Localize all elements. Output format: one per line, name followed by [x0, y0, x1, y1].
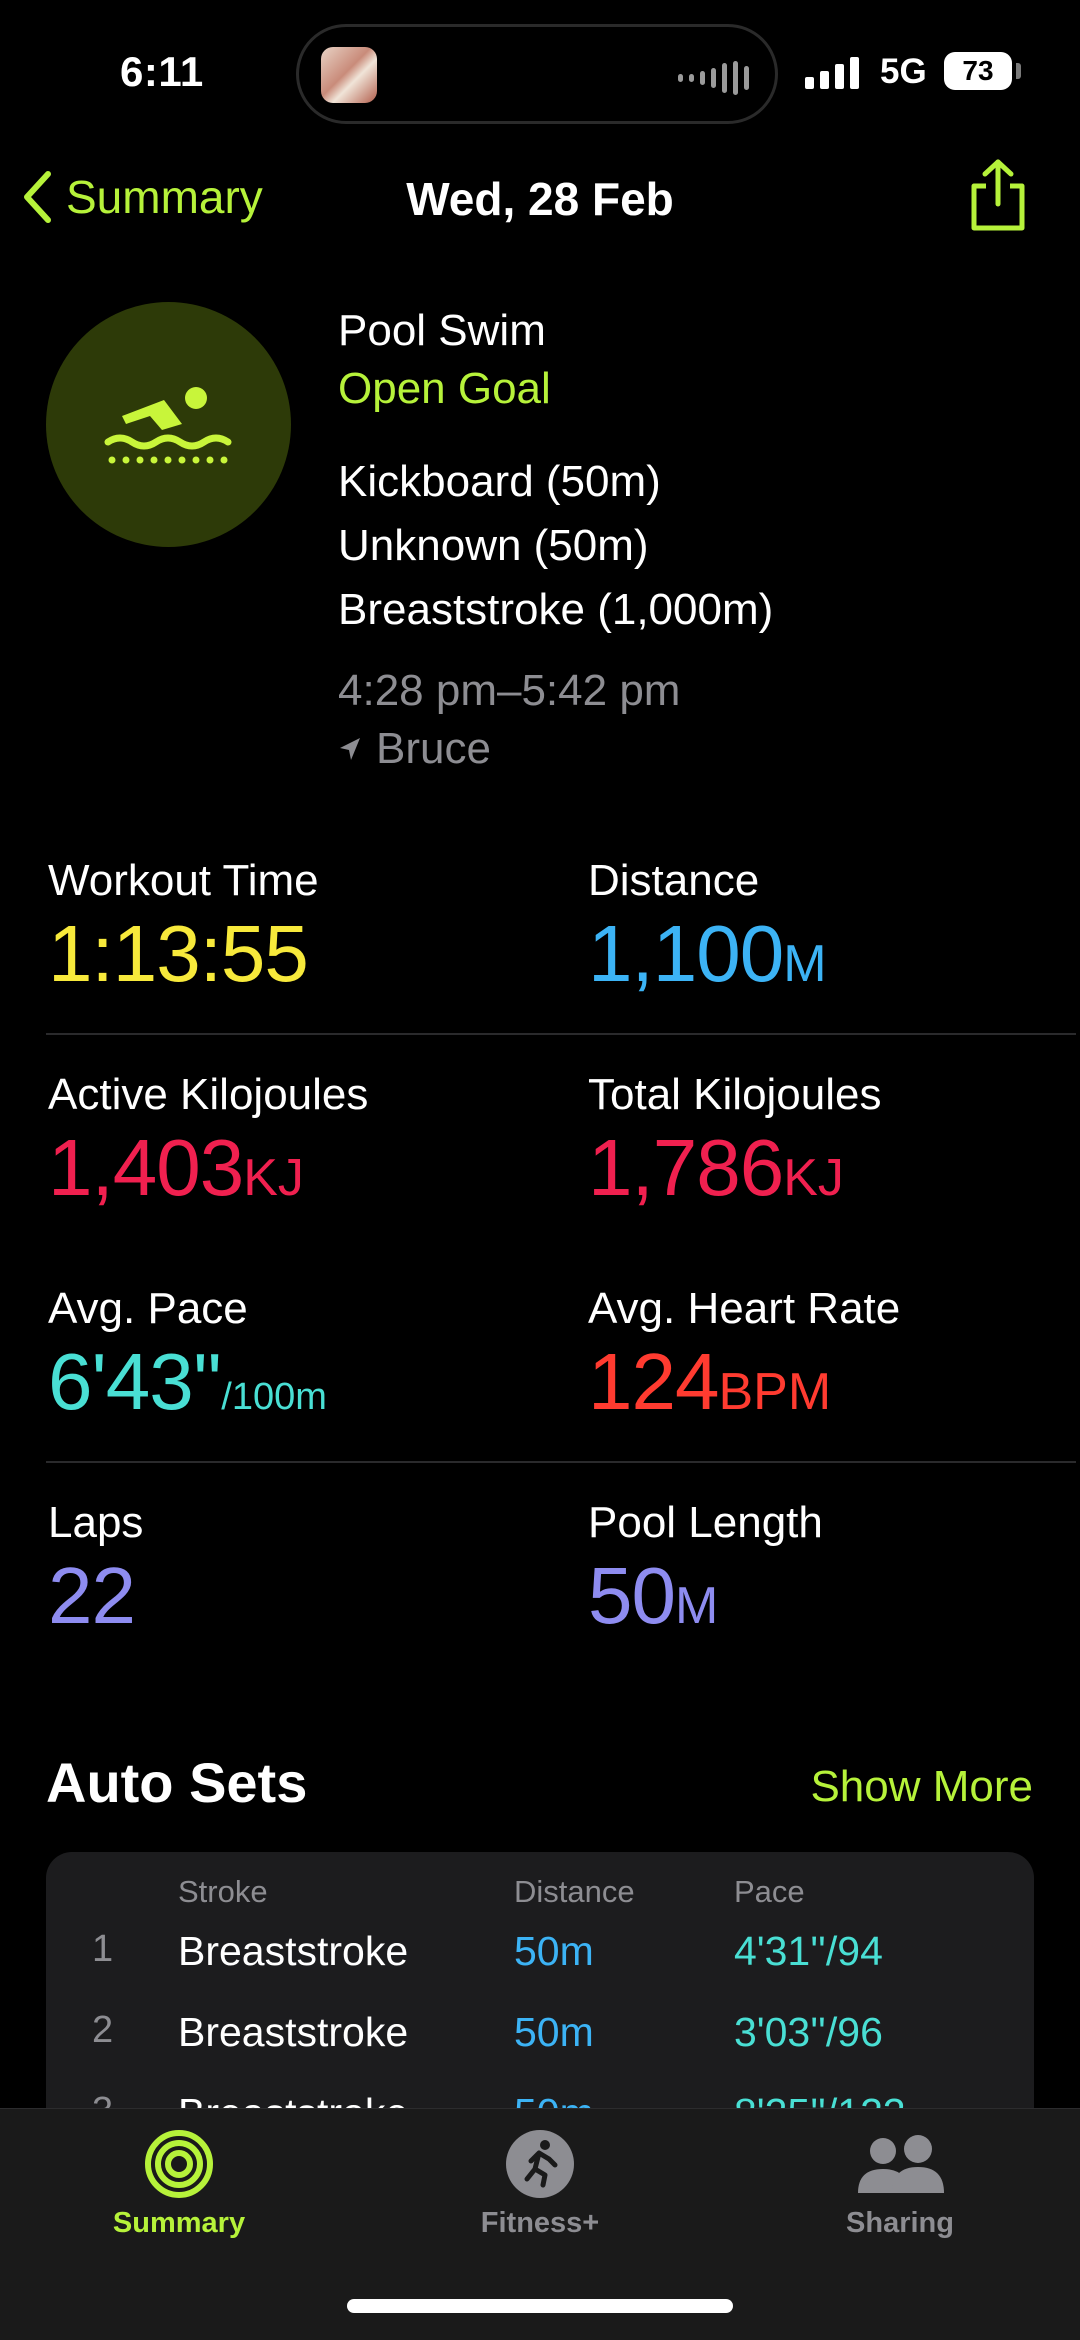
share-button[interactable] [966, 158, 1030, 234]
workout-type-badge [46, 302, 291, 547]
metric-value: 22 [48, 1551, 136, 1640]
metric-label: Pool Length [588, 1498, 823, 1547]
auto-sets-title: Auto Sets [46, 1751, 308, 1814]
tab-summary[interactable]: Summary [49, 2129, 309, 2240]
metric-value: 1,100M [588, 909, 827, 998]
set-number: 2 [92, 2009, 114, 2051]
set-distance: 50m [514, 2009, 594, 2055]
tab-fitness-plus[interactable]: Fitness+ [410, 2129, 670, 2240]
activity-rings-icon [145, 2130, 213, 2198]
status-time: 6:11 [120, 48, 204, 95]
column-header-pace: Pace [734, 1874, 805, 1909]
set-number: 1 [92, 1928, 114, 1970]
tab-label: Sharing [846, 2207, 954, 2239]
workout-time-range: 4:28 pm–5:42 pm [338, 666, 681, 715]
metric-avg-pace: Avg. Pace 6'43''/100m [48, 1284, 327, 1428]
share-icon [971, 159, 1025, 231]
metric-value: 1:13:55 [48, 909, 309, 998]
metric-label: Workout Time [48, 856, 319, 905]
stroke-item: Kickboard (50m) [338, 457, 661, 506]
location-name: Bruce [376, 724, 491, 773]
sharing-people-icon [858, 2135, 944, 2193]
page-title: Wed, 28 Feb [406, 173, 674, 225]
battery-tip [1016, 63, 1021, 79]
battery-level: 73 [962, 55, 994, 86]
home-indicator[interactable] [347, 2299, 733, 2313]
fitness-runner-icon [506, 2130, 574, 2198]
metric-label: Avg. Heart Rate [588, 1284, 901, 1333]
metric-laps: Laps 22 [48, 1498, 143, 1642]
metric-label: Laps [48, 1498, 144, 1547]
metric-total-kilojoules: Total Kilojoules 1,786KJ [588, 1070, 882, 1214]
media-thumbnail [321, 47, 377, 103]
audio-waveform-icon [678, 61, 749, 95]
metric-avg-heart-rate: Avg. Heart Rate 124BPM [588, 1284, 900, 1428]
metric-value: 1,786KJ [588, 1123, 844, 1212]
metrics-divider [46, 1461, 1076, 1463]
tab-label: Fitness+ [480, 2207, 600, 2239]
stroke-item: Breaststroke (1,000m) [338, 585, 774, 634]
workout-goal: Open Goal [338, 364, 551, 413]
set-stroke: Breaststroke [178, 2009, 409, 2055]
tab-sharing[interactable]: Sharing [770, 2129, 1030, 2240]
tab-label: Summary [112, 2207, 246, 2239]
metric-value: 1,403KJ [48, 1123, 304, 1212]
metric-active-kilojoules: Active Kilojoules 1,403KJ [48, 1070, 368, 1214]
column-header-distance: Distance [514, 1874, 635, 1909]
metric-distance: Distance 1,100M [588, 856, 827, 1000]
swimmer-icon [104, 386, 231, 463]
network-type: 5G [880, 52, 927, 91]
stroke-item: Unknown (50m) [338, 521, 649, 570]
location-arrow-icon [340, 738, 360, 760]
metric-pool-length: Pool Length 50M [588, 1498, 823, 1642]
battery-icon: 73 [944, 52, 1012, 90]
metric-label: Distance [588, 856, 760, 905]
column-header-stroke: Stroke [178, 1874, 268, 1909]
workout-location: Bruce [338, 724, 491, 774]
metric-value: 124BPM [588, 1337, 832, 1426]
metric-workout-time: Workout Time 1:13:55 [48, 856, 319, 1000]
set-pace: 4'31''/94 [734, 1928, 883, 1974]
cellular-signal-icon [805, 55, 859, 89]
metric-label: Total Kilojoules [588, 1070, 882, 1119]
set-distance: 50m [514, 1928, 594, 1974]
dynamic-island[interactable] [296, 24, 778, 124]
metric-value: 50M [588, 1551, 719, 1640]
set-pace: 3'03''/96 [734, 2009, 883, 2055]
show-more-link[interactable]: Show More [810, 1762, 1033, 1812]
stroke-list: Kickboard (50m) Unknown (50m) Breaststro… [338, 450, 773, 642]
workout-title: Pool Swim [338, 306, 546, 355]
metric-value: 6'43''/100m [48, 1337, 327, 1426]
metric-label: Active Kilojoules [48, 1070, 369, 1119]
metrics-divider [46, 1033, 1076, 1035]
metric-label: Avg. Pace [48, 1284, 248, 1333]
set-stroke: Breaststroke [178, 1928, 409, 1974]
